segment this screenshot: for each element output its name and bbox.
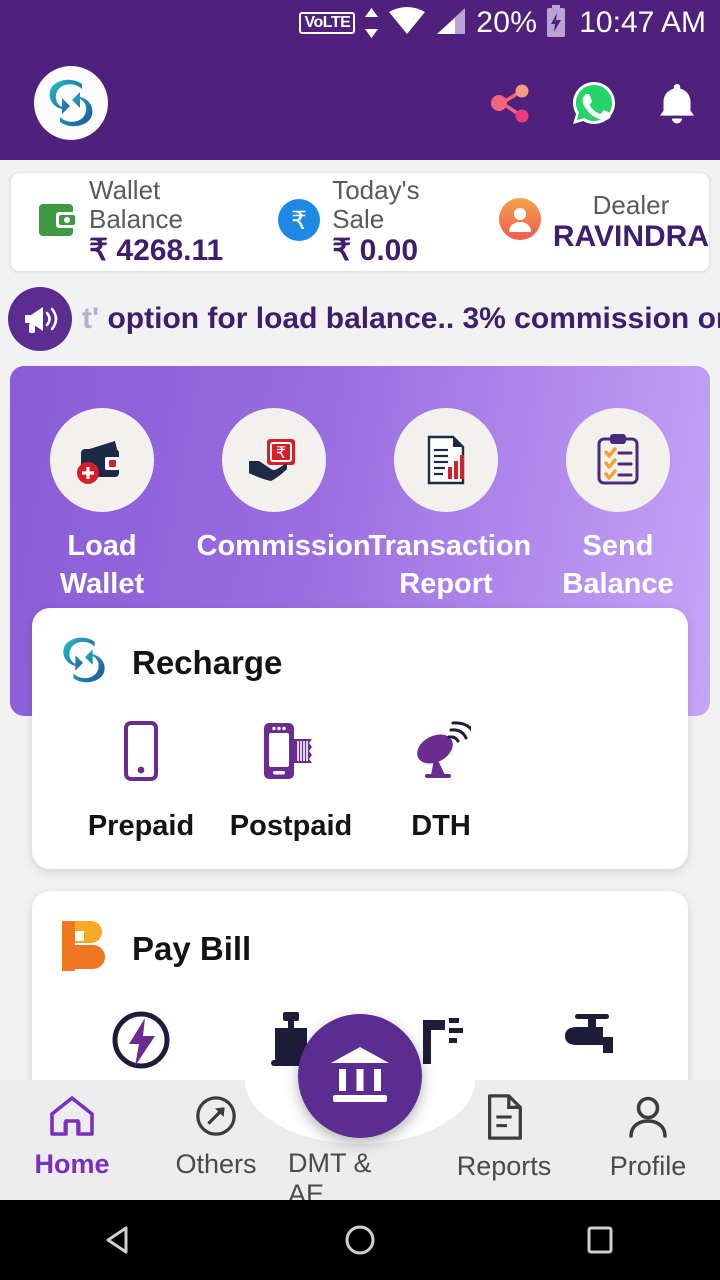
person-icon xyxy=(626,1094,670,1145)
service-prepaid[interactable]: Prepaid xyxy=(66,721,216,843)
svg-text:₹: ₹ xyxy=(276,443,286,462)
dealer-label: Dealer xyxy=(592,189,670,220)
notification-bell-icon[interactable] xyxy=(656,80,698,126)
recharge-card-header: Recharge xyxy=(32,634,688,691)
todays-sale-label: Today's Sale xyxy=(332,175,420,235)
service-postpaid[interactable]: Postpaid xyxy=(216,721,366,843)
rupee-circle-icon: ₹ xyxy=(276,197,322,248)
recharge-title: Recharge xyxy=(132,643,283,681)
recents-button[interactable] xyxy=(540,1220,660,1260)
clock-label: 10:47 AM xyxy=(579,6,706,39)
app-bar xyxy=(0,46,720,160)
service-label: DTH xyxy=(411,810,471,842)
nav-item-reports[interactable]: Reports xyxy=(432,1080,576,1182)
quick-action-send-balance[interactable]: Send Balance xyxy=(532,408,704,603)
app-screen: VoLTE 20% 10:47 AM Wallet Balance ₹ 4268… xyxy=(0,0,720,1280)
mobile-bill-icon xyxy=(262,721,320,786)
service-label: Prepaid xyxy=(87,810,195,842)
whatsapp-icon[interactable] xyxy=(570,79,618,127)
quick-action-transaction-report[interactable]: Transaction Report xyxy=(360,408,532,603)
marquee-faded-prefix: t' xyxy=(82,302,100,335)
mobile-phone-icon xyxy=(120,721,162,786)
todays-sale-value: ₹ 0.00 xyxy=(332,234,419,268)
wallet-balance-value: ₹ 4268.11 xyxy=(89,234,224,268)
nav-item-others[interactable]: Others xyxy=(144,1080,288,1180)
recharge-card: Recharge Prepaid Postpaid DTH xyxy=(32,608,688,869)
paybill-logo xyxy=(58,917,110,980)
marquee-text: option for load balance.. 3% commission … xyxy=(107,302,720,335)
bank-icon xyxy=(327,1043,393,1110)
balance-summary-card: Wallet Balance ₹ 4268.11 ₹ Today's Sale … xyxy=(10,172,710,272)
user-avatar-icon xyxy=(497,196,543,247)
quick-action-label: Commission xyxy=(196,530,371,562)
quick-action-label: Load Wallet xyxy=(59,530,145,600)
home-button[interactable] xyxy=(300,1220,420,1260)
document-chart-icon xyxy=(394,408,498,512)
electricity-bolt-icon xyxy=(111,1010,171,1075)
compass-arrow-icon xyxy=(193,1094,239,1143)
water-tap-icon xyxy=(561,1010,621,1075)
android-navigation-bar xyxy=(0,1200,720,1280)
service-label: Postpaid xyxy=(229,810,353,842)
dealer-name: RAVINDRA xyxy=(552,219,709,253)
quick-action-label: Transaction Report xyxy=(368,530,532,600)
wallet-balance-item[interactable]: Wallet Balance ₹ 4268.11 xyxy=(11,175,248,268)
dealer-item[interactable]: Dealer RAVINDRA xyxy=(467,189,709,254)
back-button[interactable] xyxy=(60,1220,180,1260)
clipboard-check-icon xyxy=(566,408,670,512)
nav-label: Reports xyxy=(456,1151,552,1181)
announcement-marquee[interactable]: t' option for load balance.. 3% commissi… xyxy=(0,286,720,352)
app-bar-actions xyxy=(486,79,698,127)
share-icon[interactable] xyxy=(486,80,532,126)
nav-item-profile[interactable]: Profile xyxy=(576,1080,720,1182)
quick-action-label: Send Balance xyxy=(562,530,674,600)
nav-item-home[interactable]: Home xyxy=(0,1080,144,1180)
wallet-balance-label: Wallet Balance xyxy=(89,175,183,235)
megaphone-icon xyxy=(8,287,72,351)
recharge-services: Prepaid Postpaid DTH xyxy=(32,691,688,843)
nav-label: Profile xyxy=(609,1151,687,1181)
data-transfer-icon xyxy=(364,8,379,38)
recharge-logo xyxy=(58,634,110,691)
nav-label: Others xyxy=(175,1149,257,1179)
home-icon xyxy=(49,1094,95,1143)
battery-charging-icon xyxy=(546,4,566,42)
battery-percent-label: 20% xyxy=(476,6,538,39)
todays-sale-item[interactable]: ₹ Today's Sale ₹ 0.00 xyxy=(248,175,467,268)
quick-action-commission[interactable]: ₹ Commission xyxy=(188,408,371,603)
quick-actions-grid: Load Wallet ₹ Commission Transaction Rep… xyxy=(16,408,704,603)
nav-label: Home xyxy=(34,1149,110,1179)
paybill-title: Pay Bill xyxy=(132,929,252,967)
wallet-plus-icon xyxy=(50,408,154,512)
wallet-icon xyxy=(37,200,79,245)
service-dth[interactable]: DTH xyxy=(366,721,516,843)
wifi-icon xyxy=(388,6,426,41)
quick-action-load-wallet[interactable]: Load Wallet xyxy=(16,408,188,603)
volte-icon: VoLTE xyxy=(299,12,356,34)
svg-text:₹: ₹ xyxy=(291,206,307,235)
satellite-dish-icon xyxy=(411,721,476,786)
app-logo[interactable] xyxy=(34,66,108,140)
handshake-commission-icon: ₹ xyxy=(222,408,326,512)
document-icon xyxy=(483,1094,525,1145)
paybill-card-header: Pay Bill xyxy=(32,917,688,980)
dmt-aeps-fab[interactable] xyxy=(298,1014,422,1138)
status-bar: VoLTE 20% 10:47 AM xyxy=(0,0,720,46)
signal-icon xyxy=(435,6,467,41)
